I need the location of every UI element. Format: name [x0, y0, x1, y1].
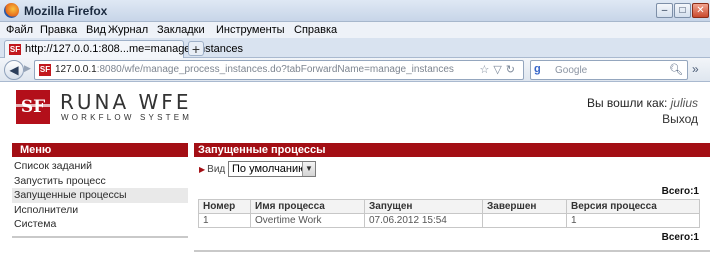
- minimize-button[interactable]: –: [656, 3, 673, 18]
- back-button[interactable]: ◀: [4, 60, 24, 80]
- view-select[interactable]: По умолчанию ▼: [228, 161, 316, 177]
- logo-name: RUNA WFE: [60, 90, 192, 114]
- toolbar-overflow-icon[interactable]: »: [692, 62, 699, 76]
- user-info: Вы вошли как: julius Выход: [587, 96, 698, 126]
- table-header-row: Номер Имя процесса Запущен Завершен Верс…: [198, 199, 700, 214]
- logged-in-prefix: Вы вошли как:: [586, 96, 668, 110]
- history-dropdown-icon[interactable]: ▽: [493, 64, 505, 76]
- page-title: Запущенные процессы: [194, 143, 710, 157]
- tab-label: http://127.0.0.1:808...me=manage_instanc…: [25, 43, 244, 55]
- cell-process-name[interactable]: Overtime Work: [250, 213, 365, 228]
- url-actions: ☆▽↻: [479, 63, 519, 76]
- process-instances-table: Номер Имя процесса Запущен Завершен Верс…: [198, 199, 700, 228]
- site-favicon-icon: SF: [39, 64, 51, 76]
- menu-tools[interactable]: Инструменты: [216, 24, 285, 36]
- chevron-down-icon[interactable]: ▼: [302, 162, 315, 176]
- close-button[interactable]: ✕: [692, 3, 709, 18]
- total-count-bottom: Всего:1: [661, 232, 699, 243]
- menu-help[interactable]: Справка: [294, 24, 337, 36]
- menu-edit[interactable]: Правка: [40, 24, 77, 36]
- tab-bar: SF http://127.0.0.1:808...me=manage_inst…: [0, 38, 710, 58]
- runa-wfe-logo: SF RUNA WFE WORKFLOW SYSTEM: [12, 88, 206, 126]
- cell-started[interactable]: 07.06.2012 15:54: [364, 213, 483, 228]
- window-titlebar: Mozilla Firefox – □ ✕: [0, 0, 710, 22]
- logged-in-as: Вы вошли как: julius: [587, 96, 698, 110]
- logo-subtitle: WORKFLOW SYSTEM: [61, 113, 193, 122]
- sidebar-menu: Список заданий Запустить процесс Запущен…: [12, 159, 188, 232]
- reload-icon[interactable]: ↻: [506, 64, 519, 76]
- column-header-started[interactable]: Запущен: [364, 199, 483, 214]
- url-bar[interactable]: SF 127.0.0.1:8080/wfe/manage_process_ins…: [34, 60, 524, 80]
- firefox-icon: [4, 3, 19, 18]
- content-divider: [194, 250, 710, 252]
- runa-favicon-icon: SF: [9, 44, 21, 55]
- column-header-process-version[interactable]: Версия процесса: [566, 199, 700, 214]
- search-magnifier-icon[interactable]: 🔍︎: [669, 63, 683, 76]
- url-host: 127.0.0.1: [55, 64, 97, 75]
- menu-file[interactable]: Файл: [6, 24, 33, 36]
- view-label: ▶ Вид: [199, 164, 225, 175]
- search-placeholder: Google: [555, 65, 588, 76]
- sidebar-item-system[interactable]: Система: [12, 217, 188, 232]
- maximize-button[interactable]: □: [674, 3, 691, 18]
- table-row[interactable]: 1 Overtime Work 07.06.2012 15:54 1: [198, 213, 700, 228]
- window-title: Mozilla Firefox: [24, 4, 108, 18]
- menu-bar: Файл Правка Вид Журнал Закладки Инструме…: [0, 22, 710, 38]
- column-header-number[interactable]: Номер: [198, 199, 251, 214]
- column-header-finished[interactable]: Завершен: [482, 199, 567, 214]
- total-count-top: Всего:1: [661, 186, 699, 197]
- logout-link[interactable]: Выход: [587, 112, 698, 126]
- menu-history[interactable]: Журнал: [108, 24, 148, 36]
- cell-process-version[interactable]: 1: [566, 213, 700, 228]
- view-arrow-icon: ▶: [199, 165, 206, 174]
- sidebar-divider: [12, 236, 188, 238]
- cell-finished[interactable]: [482, 213, 567, 228]
- sidebar-title: Меню: [12, 143, 188, 157]
- sidebar-item-task-list[interactable]: Список заданий: [12, 159, 188, 174]
- username: julius: [670, 96, 698, 110]
- url-text[interactable]: 127.0.0.1:8080/wfe/manage_process_instan…: [55, 64, 454, 75]
- view-selected-value: По умолчанию: [232, 163, 307, 175]
- google-engine-icon[interactable]: g: [534, 63, 548, 77]
- new-tab-button[interactable]: +: [188, 41, 204, 56]
- sidebar-item-running-processes[interactable]: Запущенные процессы: [12, 188, 188, 203]
- view-label-text: Вид: [207, 164, 226, 175]
- column-header-process-name[interactable]: Имя процесса: [250, 199, 365, 214]
- forward-button[interactable]: ▶: [24, 63, 32, 77]
- cell-number[interactable]: 1: [198, 213, 251, 228]
- navigation-bar: ◀ ▶ SF 127.0.0.1:8080/wfe/manage_process…: [0, 58, 710, 82]
- bookmark-star-icon[interactable]: ☆: [479, 64, 493, 76]
- menu-bookmarks[interactable]: Закладки: [157, 24, 205, 36]
- search-bar[interactable]: g Google 🔍︎: [530, 60, 688, 80]
- tab-manage-instances[interactable]: SF http://127.0.0.1:808...me=manage_inst…: [4, 40, 243, 58]
- logo-badge: SF: [12, 90, 54, 124]
- sidebar-item-executors[interactable]: Исполнители: [12, 203, 188, 218]
- sidebar-item-start-process[interactable]: Запустить процесс: [12, 174, 188, 189]
- url-path: :8080/wfe/manage_process_instances.do?ta…: [96, 64, 454, 75]
- menu-view[interactable]: Вид: [86, 24, 106, 36]
